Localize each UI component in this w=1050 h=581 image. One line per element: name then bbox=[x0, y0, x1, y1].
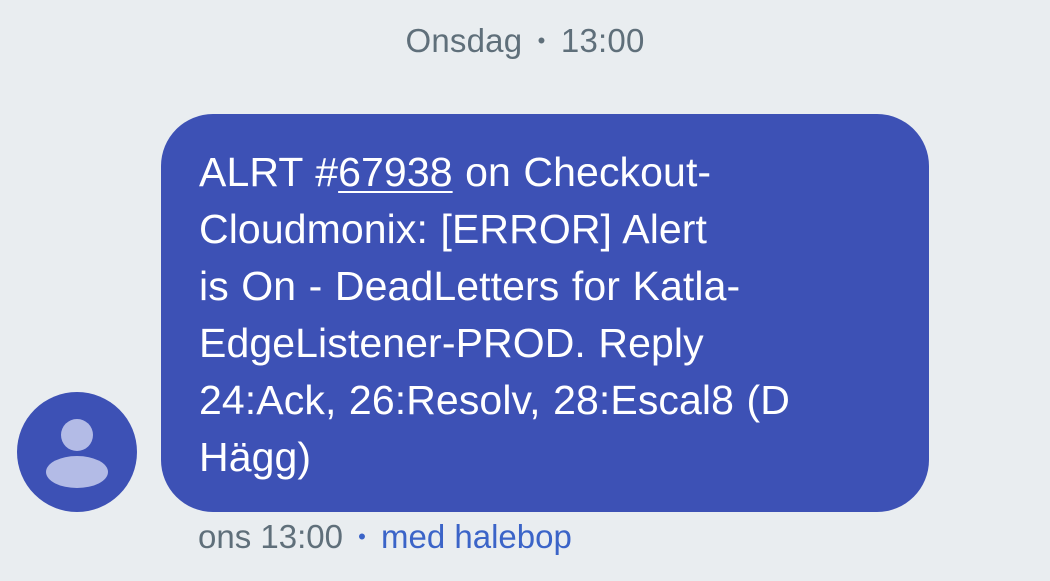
alert-id-link[interactable]: 67938 bbox=[338, 149, 453, 195]
message-line-6: Hägg) bbox=[199, 434, 312, 480]
person-icon bbox=[46, 419, 108, 488]
date-day: Onsdag bbox=[405, 22, 523, 59]
message-line-5: 24:Ack, 26:Resolv, 28:Escal8 (D bbox=[199, 377, 790, 423]
via-sim-label[interactable]: med halebop bbox=[381, 518, 572, 555]
message-line-3: is On - DeadLetters for Katla- bbox=[199, 263, 741, 309]
message-text: ALRT #67938 on Checkout- Cloudmonix: [ER… bbox=[199, 144, 899, 486]
meta-separator: • bbox=[358, 524, 366, 549]
message-bubble[interactable]: ALRT #67938 on Checkout- Cloudmonix: [ER… bbox=[161, 114, 929, 512]
message-line-1-rest: on Checkout- bbox=[452, 149, 712, 195]
date-separator: • bbox=[537, 28, 546, 53]
date-time: 13:00 bbox=[560, 22, 645, 59]
message-line-4: EdgeListener-PROD. Reply bbox=[199, 320, 704, 366]
message-timestamp: ons 13:00 bbox=[198, 518, 343, 555]
message-line-1: ALRT #67938 on Checkout- bbox=[199, 144, 899, 201]
message-meta: ons 13:00 • med halebop bbox=[198, 518, 572, 556]
date-header: Onsdag • 13:00 bbox=[0, 22, 1050, 60]
contact-avatar[interactable] bbox=[17, 392, 137, 512]
message-prefix: ALRT # bbox=[199, 149, 339, 195]
message-line-2: Cloudmonix: [ERROR] Alert bbox=[199, 206, 708, 252]
